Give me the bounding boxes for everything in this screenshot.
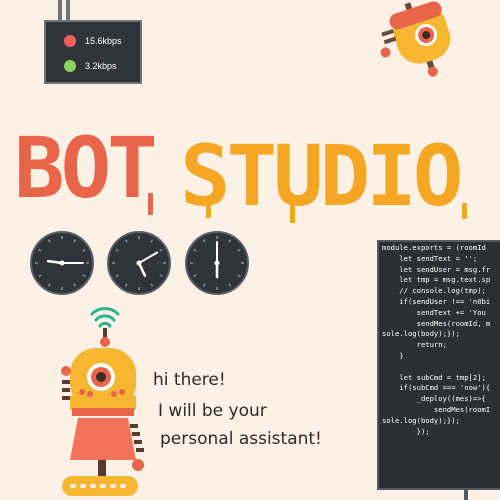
clock-1 (30, 231, 94, 295)
upload-rate: 15.6kbps (85, 36, 122, 46)
wifi-icon (90, 307, 120, 328)
speech-line-3: personal assistant! (160, 429, 322, 449)
logo-bot-text: BOT (14, 119, 154, 217)
status-panel-pole-left (58, 0, 62, 22)
network-status-panel: 15.6kbps 3.2kbps (44, 20, 142, 84)
hanging-robot-illustration (380, 1, 451, 77)
download-rate: 3.2kbps (85, 61, 117, 71)
logo-drip (462, 203, 467, 219)
clock-3 (185, 231, 249, 295)
logo-drip (290, 201, 295, 223)
upload-status-row: 15.6kbps (64, 35, 122, 47)
download-status-row: 3.2kbps (64, 60, 117, 72)
clock-2 (107, 231, 171, 295)
botstudio-logo: BOT STUDIO (14, 119, 467, 225)
upload-indicator-dot (64, 35, 76, 47)
clock-center (214, 260, 220, 266)
clock-center (136, 260, 142, 266)
code-snippet: module.exports = (roomId let sendText = … (382, 243, 491, 436)
speech-line-2: I will be your (158, 401, 267, 421)
logo-drip (148, 193, 153, 215)
status-panel-pole-right (66, 0, 70, 22)
code-panel: module.exports = (roomId let sendText = … (377, 240, 500, 490)
code-panel-pole (464, 488, 468, 500)
logo-studio-text: STUDIO (180, 127, 460, 225)
logo-drip (206, 200, 211, 218)
download-indicator-dot (64, 60, 76, 72)
clock-center (59, 260, 65, 266)
speech-line-1: hi there! (153, 370, 226, 390)
assistant-robot-illustration (61, 307, 144, 496)
